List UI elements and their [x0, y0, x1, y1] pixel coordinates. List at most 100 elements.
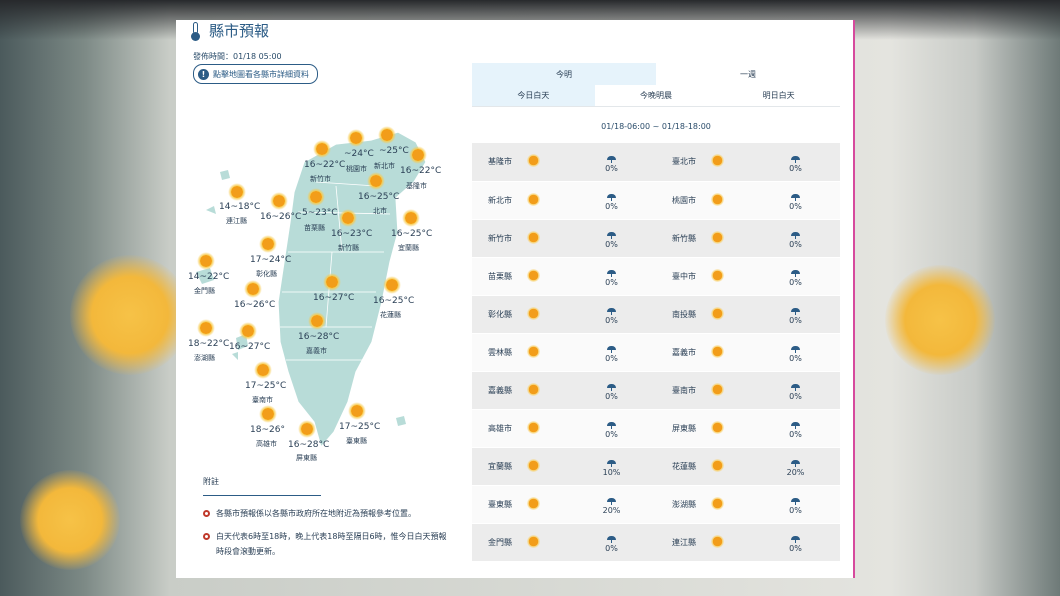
- sun-icon: [270, 192, 288, 210]
- rain-probability: 0%: [605, 278, 618, 287]
- umbrella-icon: [607, 536, 616, 543]
- table-row: 基隆市 0% 臺北市 0%: [472, 143, 840, 182]
- table-row: 高雄市 0% 屏東縣 0%: [472, 409, 840, 448]
- rain-cell: 0%: [567, 333, 656, 372]
- city-name[interactable]: 南投縣: [656, 295, 711, 334]
- city-name[interactable]: 連江縣: [656, 523, 711, 562]
- sun-icon: [239, 322, 257, 340]
- map-city: 基隆市: [406, 182, 427, 190]
- table-row: 新北市 0% 桃園市 0%: [472, 181, 840, 220]
- forecast-period: 01/18-06:00 ~ 01/18-18:00: [601, 122, 711, 131]
- city-name[interactable]: 嘉義縣: [472, 371, 527, 410]
- sunny-icon: [711, 534, 724, 548]
- map-temp: 16~26°C: [234, 300, 276, 310]
- rain-cell: 0%: [567, 181, 656, 220]
- map-temp: 16~23°C: [331, 229, 373, 239]
- sunny-icon: [711, 382, 724, 396]
- section-header: 縣市預報: [190, 20, 269, 41]
- city-name[interactable]: 桃園市: [656, 181, 711, 220]
- city-name[interactable]: 新竹縣: [656, 219, 711, 258]
- notes-section: 附註 各縣市預報係以各縣市政府所在地附近為預報參考位置。 白天代表6時至18時，…: [203, 476, 453, 567]
- city-name[interactable]: 臺南市: [656, 371, 711, 410]
- sun-icon: [313, 140, 331, 158]
- city-name[interactable]: 金門縣: [472, 523, 527, 562]
- tab-tonight[interactable]: 今晚明晨: [595, 85, 718, 106]
- tab-week[interactable]: 一週: [656, 63, 840, 85]
- rain-cell: 0%: [751, 295, 840, 334]
- rain-cell: 0%: [751, 181, 840, 220]
- map-temp: 17~25°C: [245, 381, 287, 391]
- umbrella-icon: [791, 422, 800, 429]
- period-tabs: 今日白天 今晚明晨 明日白天: [472, 85, 840, 107]
- sun-icon: [323, 273, 341, 291]
- rain-probability: 0%: [789, 278, 802, 287]
- table-row: 雲林縣 0% 嘉義市 0%: [472, 333, 840, 372]
- rain-cell: 0%: [751, 257, 840, 296]
- city-name[interactable]: 臺中市: [656, 257, 711, 296]
- map-city: 苗栗縣: [304, 224, 325, 232]
- taiwan-island-shape: [277, 131, 427, 449]
- city-name[interactable]: 基隆市: [472, 143, 527, 182]
- sunny-icon: [711, 344, 724, 358]
- bullet-icon: [203, 533, 210, 540]
- weather-cell: [527, 371, 567, 410]
- table-row: 彰化縣 0% 南投縣 0%: [472, 295, 840, 334]
- city-name[interactable]: 新北市: [472, 181, 527, 220]
- rain-probability: 0%: [605, 240, 618, 249]
- sunny-icon: [711, 306, 724, 320]
- rain-probability: 0%: [789, 392, 802, 401]
- map-city: 彰化縣: [256, 270, 277, 278]
- city-name[interactable]: 嘉義市: [656, 333, 711, 372]
- sun-icon: [367, 172, 385, 190]
- weather-cell: [711, 295, 751, 334]
- weather-cell: [711, 143, 751, 182]
- city-name[interactable]: 新竹市: [472, 219, 527, 258]
- note-text: 白天代表6時至18時，晚上代表18時至隔日6時，惟今日白天預報時段會滾動更新。: [216, 532, 447, 556]
- sun-icon: [383, 276, 401, 294]
- rain-cell: 0%: [751, 485, 840, 524]
- weather-cell: [527, 333, 567, 372]
- tab-tomorrow-daytime[interactable]: 明日白天: [717, 85, 840, 106]
- rain-cell: 0%: [567, 523, 656, 562]
- sunny-icon: [527, 268, 540, 282]
- tab-today-tomorrow[interactable]: 今明: [472, 63, 656, 85]
- range-tabs: 今明 一週: [472, 63, 840, 85]
- city-name[interactable]: 澎湖縣: [656, 485, 711, 524]
- city-name[interactable]: 苗栗縣: [472, 257, 527, 296]
- sun-icon: [378, 126, 396, 144]
- taiwan-map[interactable]: 16~22°C 新竹市 ~24°C 桃園市 ~25°C 新北市 16~22°C …: [176, 102, 466, 462]
- sun-icon: [348, 402, 366, 420]
- map-detail-button[interactable]: ! 點擊地圖看各縣市詳細資料: [193, 64, 318, 84]
- city-name[interactable]: 花蓮縣: [656, 447, 711, 486]
- sun-icon: [244, 280, 262, 298]
- city-name[interactable]: 高雄市: [472, 409, 527, 448]
- rain-cell: 0%: [567, 143, 656, 182]
- tab-today-daytime[interactable]: 今日白天: [472, 85, 595, 106]
- map-city: 桃園市: [346, 165, 367, 173]
- weather-cell: [527, 447, 567, 486]
- city-name[interactable]: 屏東縣: [656, 409, 711, 448]
- umbrella-icon: [791, 194, 800, 201]
- city-name[interactable]: 宜蘭縣: [472, 447, 527, 486]
- sunny-icon: [527, 420, 540, 434]
- rain-cell: 0%: [751, 409, 840, 448]
- umbrella-icon: [607, 270, 616, 277]
- rain-cell: 0%: [567, 295, 656, 334]
- city-name[interactable]: 臺東縣: [472, 485, 527, 524]
- city-name[interactable]: 彰化縣: [472, 295, 527, 334]
- rain-cell: 0%: [567, 257, 656, 296]
- city-name[interactable]: 臺北市: [656, 143, 711, 182]
- map-city: 新竹縣: [338, 244, 359, 252]
- rain-probability: 0%: [605, 163, 618, 173]
- sunny-icon: [527, 534, 540, 548]
- sunny-icon: [527, 496, 540, 510]
- rain-probability: 20%: [602, 506, 621, 515]
- map-temp: 16~26°C: [260, 212, 302, 222]
- sun-icon: [228, 183, 246, 201]
- umbrella-icon: [607, 194, 616, 201]
- table-row: 金門縣 0% 連江縣 0%: [472, 523, 840, 562]
- rain-probability: 0%: [789, 316, 802, 325]
- sun-icon: [409, 146, 427, 164]
- umbrella-icon: [607, 422, 616, 429]
- city-name[interactable]: 雲林縣: [472, 333, 527, 372]
